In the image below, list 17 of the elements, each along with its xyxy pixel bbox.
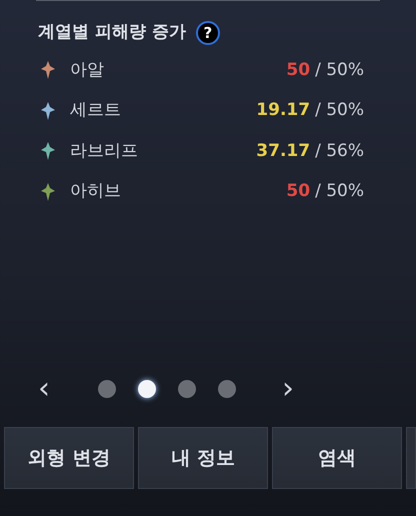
- element-name: 라브리프: [70, 140, 138, 162]
- current-value: 50: [286, 58, 310, 82]
- element-name: 아히브: [70, 180, 121, 203]
- element-name: 세르트: [70, 99, 121, 122]
- menu-button[interactable]: 내 정보: [138, 427, 268, 489]
- max-value: / 50%: [315, 180, 364, 203]
- menu-button[interactable]: 염색: [272, 427, 402, 489]
- max-value: / 50%: [315, 58, 364, 82]
- current-value: 50: [286, 180, 310, 203]
- max-value: / 56%: [315, 140, 364, 162]
- menu-button[interactable]: 외형 변경: [4, 427, 134, 489]
- max-value: / 50%: [315, 99, 364, 122]
- help-button[interactable]: ?: [196, 21, 220, 45]
- section-title: 계열별 피해량 증가: [38, 21, 186, 44]
- current-value: 37.17: [256, 140, 310, 162]
- element-name: 아알: [70, 58, 104, 82]
- current-value: 19.17: [256, 99, 310, 122]
